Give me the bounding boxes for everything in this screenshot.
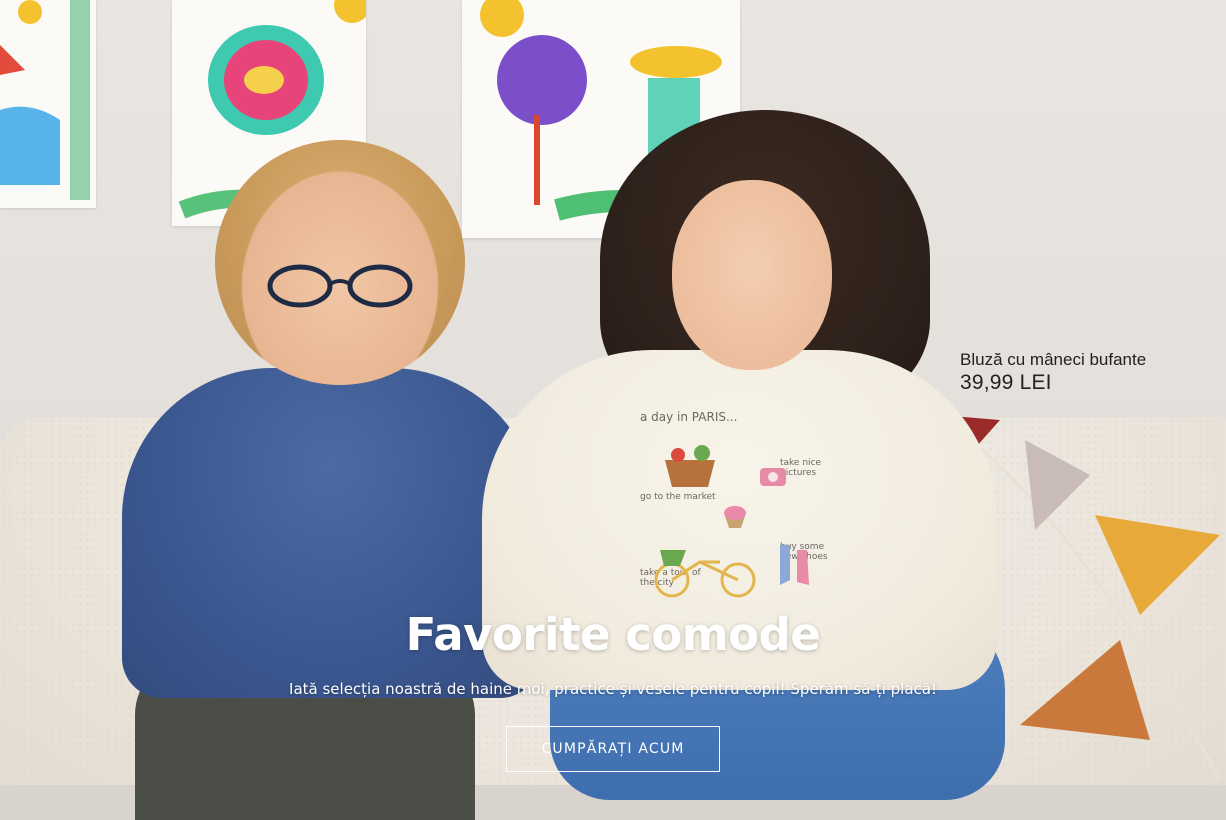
promo-title: Favorite comode <box>405 608 821 661</box>
girl-face <box>672 180 832 370</box>
camera-icon <box>760 468 786 486</box>
promo-subtitle: Iată selecția noastră de haine moi, prac… <box>289 680 937 698</box>
shop-now-button[interactable]: CUMPĂRAȚI ACUM <box>506 726 720 772</box>
sweater-print-item: take nice pictures <box>780 458 822 478</box>
promo-overlay: Favorite comode Iată selecția noastră de… <box>0 605 1226 699</box>
bicycle-icon <box>654 550 756 598</box>
product-tag[interactable]: Bluză cu mâneci bufante 39,99 LEI <box>960 350 1146 396</box>
kids-painting-left <box>0 0 96 208</box>
glasses-icon <box>267 264 413 308</box>
cupcake-icon <box>724 506 746 528</box>
basket-icon <box>665 445 715 487</box>
sweater-print: a day in PARIS... go to the market take … <box>640 400 840 610</box>
hero-banner[interactable]: a day in PARIS... go to the market take … <box>0 0 1226 820</box>
sweater-print-item: go to the market <box>640 492 716 502</box>
shoes-icon <box>780 545 809 585</box>
product-price: 39,99 LEI <box>960 371 1052 394</box>
sweater-print-heading: a day in PARIS... <box>640 410 738 424</box>
product-name: Bluză cu mâneci bufante <box>960 350 1147 369</box>
